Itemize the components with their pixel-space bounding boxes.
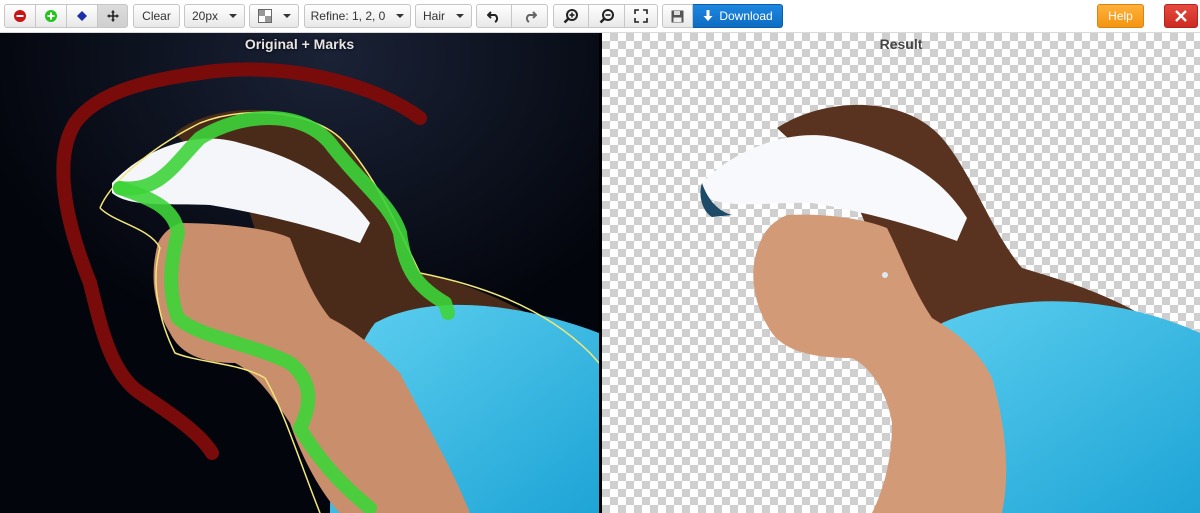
background-dropdown[interactable] — [249, 4, 299, 28]
brush-size-value: 20px — [191, 9, 219, 23]
undo-icon — [487, 11, 499, 23]
redo-button[interactable] — [512, 4, 548, 28]
eraser-icon — [77, 11, 87, 21]
refine-dropdown[interactable]: Refine: 1, 2, 0 — [304, 4, 411, 28]
clear-button[interactable]: Clear — [133, 4, 180, 28]
original-panel-title: Original + Marks — [244, 36, 355, 52]
eraser-button[interactable] — [67, 4, 98, 28]
result-image — [700, 104, 1200, 513]
brush-size-dropdown[interactable]: 20px — [184, 4, 245, 28]
original-image — [0, 33, 599, 513]
save-button[interactable] — [662, 4, 693, 28]
zoom-in-button[interactable] — [553, 4, 589, 28]
close-icon — [1175, 10, 1187, 22]
zoom-in-icon — [563, 9, 578, 24]
pan-button[interactable] — [98, 4, 128, 28]
zoom-out-icon — [599, 9, 614, 24]
chevron-down-icon — [456, 14, 464, 18]
mode-dropdown[interactable]: Hair — [415, 4, 472, 28]
minus-circle-icon — [14, 10, 26, 22]
fit-screen-button[interactable] — [625, 4, 658, 28]
floppy-icon — [671, 10, 684, 22]
redo-icon — [525, 11, 537, 23]
toolbar: Clear 20px Refine: 1, 2, 0 Hair Download… — [0, 0, 1200, 33]
remove-mark-button[interactable] — [4, 4, 36, 28]
checkerboard-icon — [257, 9, 272, 23]
chevron-down-icon — [396, 14, 405, 18]
download-label: Download — [719, 9, 773, 23]
original-canvas[interactable]: Original + Marks — [0, 33, 599, 513]
download-button[interactable]: Download — [693, 4, 783, 28]
zoom-out-button[interactable] — [589, 4, 625, 28]
refine-value: Refine: 1, 2, 0 — [310, 9, 386, 23]
download-icon — [703, 9, 713, 21]
undo-button[interactable] — [476, 4, 512, 28]
chevron-down-icon — [282, 14, 291, 18]
close-button[interactable] — [1164, 4, 1198, 28]
fullscreen-icon — [634, 9, 648, 23]
result-canvas[interactable]: Result — [602, 33, 1200, 513]
plus-circle-icon — [45, 10, 57, 22]
mode-value: Hair — [422, 9, 445, 23]
result-panel-title: Result — [879, 36, 923, 52]
help-button[interactable]: Help — [1097, 4, 1144, 28]
move-icon — [106, 10, 119, 22]
add-mark-button[interactable] — [36, 4, 67, 28]
chevron-down-icon — [229, 14, 238, 18]
